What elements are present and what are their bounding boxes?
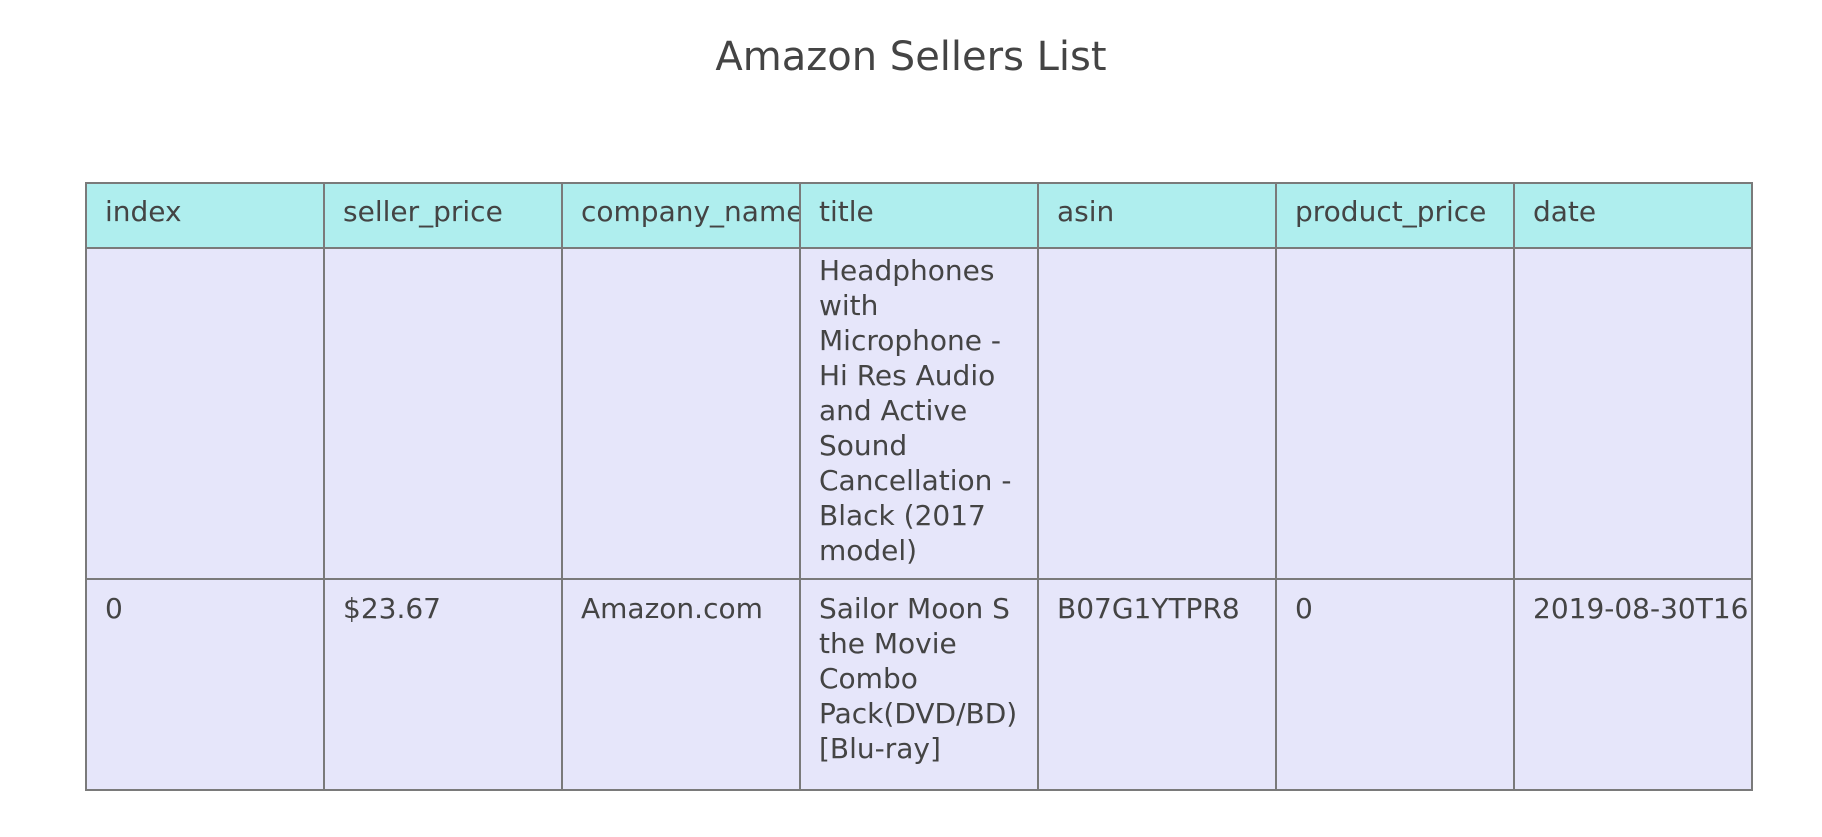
header-index: index — [85, 182, 325, 249]
cell-title: Headphones with Microphone - Hi Res Audi… — [799, 247, 1039, 580]
cell-company-name — [561, 247, 801, 580]
cell-asin — [1037, 247, 1277, 580]
header-date: date — [1513, 182, 1753, 249]
sellers-table: index seller_price company_name title as… — [85, 182, 1753, 791]
header-row: index seller_price company_name title as… — [85, 182, 1753, 249]
cell-seller-price — [323, 247, 563, 580]
cell-product-price: 0 — [1275, 578, 1515, 791]
page: Amazon Sellers List index seller_price c… — [0, 0, 1822, 837]
cell-date: 2019-08-30T16: — [1513, 578, 1753, 791]
cell-title: Sailor Moon S the Movie Combo Pack(DVD/B… — [799, 578, 1039, 791]
table-title: Amazon Sellers List — [715, 34, 1107, 80]
header-product-price: product_price — [1275, 182, 1515, 249]
cell-asin: B07G1YTPR8 — [1037, 578, 1277, 791]
header-seller-price: seller_price — [323, 182, 563, 249]
cell-seller-price: $23.67 — [323, 578, 563, 791]
header-asin: asin — [1037, 182, 1277, 249]
cell-date — [1513, 247, 1753, 580]
header-company-name: company_name — [561, 182, 801, 249]
cell-company-name: Amazon.com — [561, 578, 801, 791]
table-row: 0 $23.67 Amazon.com Sailor Moon S the Mo… — [85, 578, 1753, 791]
cell-index — [85, 247, 325, 580]
table-container: index seller_price company_name title as… — [85, 182, 1753, 791]
cell-index: 0 — [85, 578, 325, 791]
header-title: title — [799, 182, 1039, 249]
cell-product-price — [1275, 247, 1515, 580]
table-row: Headphones with Microphone - Hi Res Audi… — [85, 247, 1753, 580]
